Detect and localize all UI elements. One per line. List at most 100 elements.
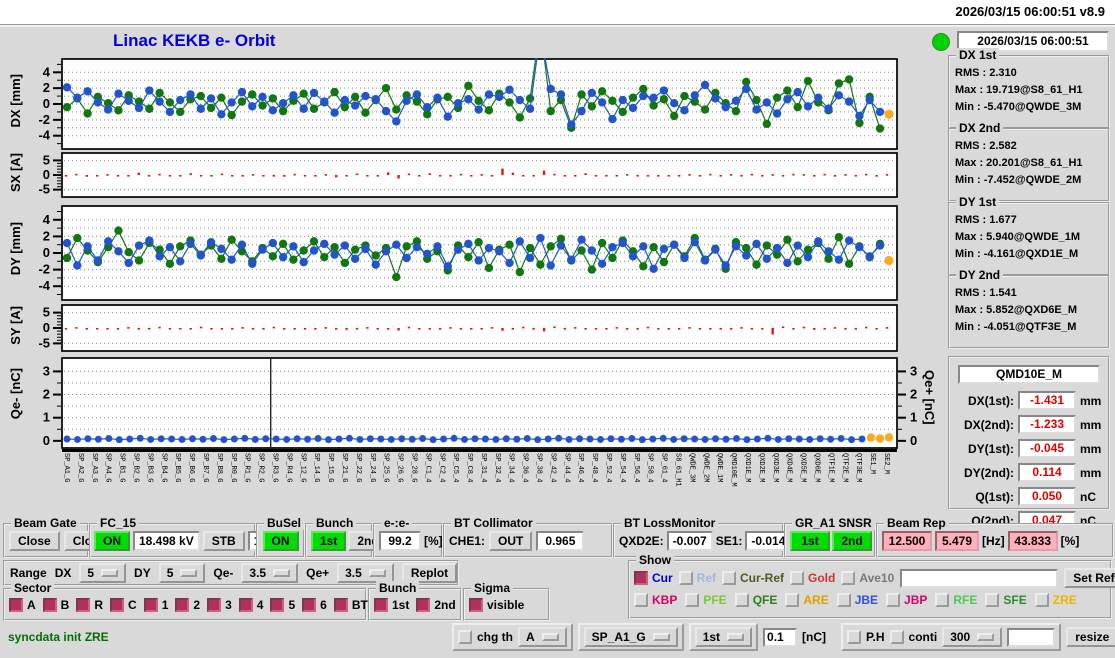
show-toggle-jbp[interactable] — [886, 593, 901, 607]
threshold-select-value: A — [526, 630, 535, 644]
resize-button[interactable]: resize — [1066, 627, 1115, 647]
qmd-q-1st--label: Q(1st): — [975, 489, 1014, 504]
sector-item-1: 1 — [143, 597, 168, 612]
sector-toggle-1[interactable] — [143, 597, 158, 612]
show-item-kbp: KBP — [634, 593, 677, 607]
set-ref-button[interactable]: Set Ref — [1064, 568, 1115, 588]
svg-text:2: 2 — [43, 80, 50, 95]
sector-toggle-5[interactable] — [270, 597, 285, 612]
bpm-label-sp-r3-g: SP_R3_G — [270, 453, 279, 483]
sector-toggle-r[interactable] — [76, 597, 91, 612]
bunch-select-toggle-2nd[interactable] — [416, 597, 431, 612]
sector-label-4: 4 — [256, 597, 264, 612]
status-bunch-select[interactable]: 1st — [694, 627, 753, 647]
svg-text:3: 3 — [43, 363, 50, 378]
sector-toggle-a[interactable] — [9, 597, 23, 612]
ref-name-input[interactable] — [900, 568, 1059, 588]
show-label-cur: Cur — [652, 571, 673, 585]
bunch-1st-button[interactable]: 1st — [311, 530, 347, 551]
range-qe--select[interactable]: 3.5 — [241, 563, 299, 583]
qmd-dy-2nd--label: DY(2nd): — [964, 465, 1014, 480]
bpm-label-sp-21-g: SP_21_G — [339, 453, 348, 483]
bpm-label-qtf2e-m: QTF2E_M — [840, 453, 849, 483]
sector-item-a: A — [9, 597, 36, 612]
sector-toggle-6[interactable] — [302, 597, 317, 612]
busel-on-button[interactable]: ON — [262, 530, 299, 551]
show-toggle-pfe[interactable] — [685, 593, 700, 607]
range-qe--select[interactable]: 3.5 — [337, 563, 394, 583]
sector-toggle-c[interactable] — [110, 597, 125, 612]
sigma-toggle-visible[interactable] — [469, 597, 483, 612]
qmd-q-1st--value: 0.050 — [1018, 487, 1076, 506]
bpm-label-qxd6e-m: QXD6E_M — [812, 453, 821, 483]
qmd-q-1st--unit: nC — [1080, 489, 1096, 504]
gr-a1-2nd-button[interactable]: 2nd — [832, 530, 872, 551]
range-dx-select[interactable]: 5 — [79, 563, 127, 583]
conti-toggle[interactable] — [889, 630, 904, 644]
bpm-label-qwde-2m: QWDE_2M — [701, 453, 710, 483]
qmd-values: DX(1st): -1.431 mm DX(2nd): -1.233 mm DY(1st):… — [950, 389, 1108, 538]
threshold-select[interactable]: A — [518, 627, 567, 647]
svg-text:1: 1 — [43, 410, 50, 425]
sector-title: Sector — [11, 581, 55, 595]
show-toggle-jbe[interactable] — [836, 593, 851, 607]
show-toggle-kbp[interactable] — [634, 593, 648, 607]
monitor-select[interactable]: SP_A1_G — [583, 627, 678, 647]
ee-ratio-unit: [%] — [424, 533, 443, 548]
show-toggle-zre[interactable] — [1034, 593, 1049, 607]
sector-toggle-3[interactable] — [207, 597, 222, 612]
replot-button[interactable]: Replot — [401, 563, 458, 583]
dy1-min: Min : -4.161@QXD1E_M — [955, 248, 1079, 260]
bunch-select-title: Bunch — [376, 581, 420, 595]
show-toggle-sfe[interactable] — [985, 593, 1000, 607]
svg-text:-2: -2 — [38, 112, 50, 127]
range-dy-select[interactable]: 5 — [158, 563, 206, 583]
show-toggle-ref[interactable] — [678, 571, 693, 585]
fc15-on-button[interactable]: ON — [94, 530, 130, 551]
extra-input[interactable] — [1007, 627, 1056, 647]
show-label-gold: Gold — [808, 571, 836, 585]
sector-item-6: 6 — [302, 597, 327, 612]
sector-toggle-4[interactable] — [238, 597, 253, 612]
bpm-label-sp-b2-g: SP_B2_G — [131, 453, 140, 483]
sector-toggle-b[interactable] — [42, 597, 57, 612]
show-toggle-are[interactable] — [785, 593, 800, 607]
bpm-label-sp-a3-g: SP_A3_G — [89, 453, 98, 483]
gr-a1-1st-button[interactable]: 1st — [790, 530, 830, 551]
ph-toggle[interactable] — [847, 630, 862, 644]
sector-toggle-2[interactable] — [175, 597, 190, 612]
show-toggle-ave10[interactable] — [841, 571, 856, 585]
bpm-label-sp-58-4: SP_58_4 — [645, 453, 654, 483]
dx-2nd-stats: DX 2nd RMS : 2.582 Max : 20.201@S8_61_H1… — [948, 121, 1110, 202]
dy-2nd-title: DY 2nd — [956, 268, 1004, 282]
show-toggle-cur-ref[interactable] — [722, 571, 737, 585]
qmd-dx-2nd--value: -1.233 — [1018, 415, 1076, 434]
bpm-label-sp-a1-g: SP_A1_G — [62, 453, 70, 483]
show-label-qfe: QFE — [752, 593, 778, 607]
chg-th-toggle[interactable] — [458, 630, 472, 644]
charge-threshold-input[interactable] — [763, 627, 798, 647]
beam-gate-close-1-button[interactable]: Close — [9, 530, 60, 551]
bpm-label-sp-b8-g: SP_B8_G — [214, 453, 223, 483]
qmd-dx-2nd--unit: mm — [1080, 417, 1102, 432]
bpm-label-qtf3e-m: QTF3E_M — [854, 453, 863, 483]
sector-item-3: 3 — [207, 597, 232, 612]
show-toggle-cur[interactable] — [634, 571, 648, 585]
points-select[interactable]: 300 — [942, 627, 1003, 647]
dx-1st-title: DX 1st — [956, 48, 1000, 62]
sy-axis-title: SY [A] — [8, 306, 23, 345]
sector-toggle-bt[interactable] — [333, 597, 348, 612]
qmd-dx-1st--label: DX(1st): — [967, 393, 1014, 408]
show-label-zre: ZRE — [1052, 593, 1077, 607]
bt-collimator-out-button[interactable]: OUT — [489, 530, 533, 551]
sigma-group: Sigma visible — [463, 581, 550, 621]
bpm-label-sp-c1-4: SP_C1_4 — [423, 453, 432, 483]
fc15-stb-button[interactable]: STB — [202, 530, 245, 551]
bpm-label-sp-15-g: SP_15_G — [326, 453, 335, 483]
show-toggle-rfe[interactable] — [935, 593, 950, 607]
bpm-label-sp-c8-4: SP_C8_4 — [465, 453, 474, 483]
bpm-label-qmd10e-m: QMD10E_M — [729, 453, 738, 487]
show-toggle-qfe[interactable] — [734, 593, 749, 607]
show-toggle-gold[interactable] — [790, 571, 805, 585]
bunch-select-toggle-1st[interactable] — [374, 597, 388, 612]
